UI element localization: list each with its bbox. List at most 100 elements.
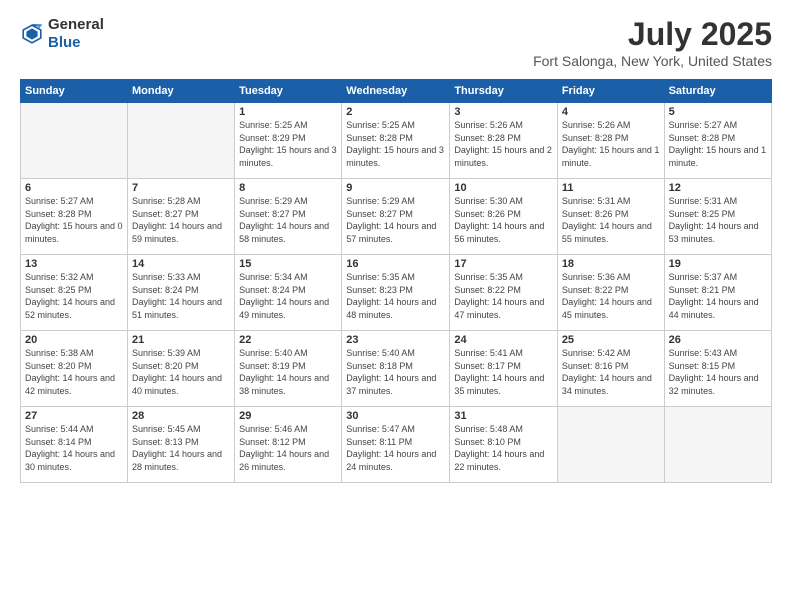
calendar-cell: 2Sunrise: 5:25 AM Sunset: 8:28 PM Daylig… (342, 103, 450, 179)
weekday-header: Friday (557, 80, 664, 103)
day-detail: Sunrise: 5:29 AM Sunset: 8:27 PM Dayligh… (239, 195, 337, 245)
calendar-week-row: 20Sunrise: 5:38 AM Sunset: 8:20 PM Dayli… (21, 331, 772, 407)
weekday-header: Monday (128, 80, 235, 103)
logo-blue: Blue (48, 34, 81, 51)
calendar-cell: 1Sunrise: 5:25 AM Sunset: 8:29 PM Daylig… (235, 103, 342, 179)
calendar-cell: 17Sunrise: 5:35 AM Sunset: 8:22 PM Dayli… (450, 255, 557, 331)
calendar-cell (128, 103, 235, 179)
calendar-cell: 10Sunrise: 5:30 AM Sunset: 8:26 PM Dayli… (450, 179, 557, 255)
calendar-cell: 22Sunrise: 5:40 AM Sunset: 8:19 PM Dayli… (235, 331, 342, 407)
day-number: 16 (346, 258, 445, 270)
calendar-cell: 7Sunrise: 5:28 AM Sunset: 8:27 PM Daylig… (128, 179, 235, 255)
calendar-cell: 3Sunrise: 5:26 AM Sunset: 8:28 PM Daylig… (450, 103, 557, 179)
day-number: 6 (25, 182, 123, 194)
day-number: 13 (25, 258, 123, 270)
calendar-cell (557, 407, 664, 483)
weekday-header: Saturday (664, 80, 771, 103)
logo-icon (20, 22, 44, 46)
calendar-cell: 27Sunrise: 5:44 AM Sunset: 8:14 PM Dayli… (21, 407, 128, 483)
day-number: 10 (454, 182, 552, 194)
day-number: 18 (562, 258, 660, 270)
day-detail: Sunrise: 5:39 AM Sunset: 8:20 PM Dayligh… (132, 347, 230, 397)
day-number: 31 (454, 410, 552, 422)
calendar-cell: 25Sunrise: 5:42 AM Sunset: 8:16 PM Dayli… (557, 331, 664, 407)
day-number: 17 (454, 258, 552, 270)
weekday-header: Thursday (450, 80, 557, 103)
calendar-cell: 19Sunrise: 5:37 AM Sunset: 8:21 PM Dayli… (664, 255, 771, 331)
logo-text: General Blue (48, 16, 104, 52)
calendar-cell: 18Sunrise: 5:36 AM Sunset: 8:22 PM Dayli… (557, 255, 664, 331)
day-detail: Sunrise: 5:26 AM Sunset: 8:28 PM Dayligh… (454, 119, 552, 169)
calendar-week-row: 6Sunrise: 5:27 AM Sunset: 8:28 PM Daylig… (21, 179, 772, 255)
calendar-cell: 11Sunrise: 5:31 AM Sunset: 8:26 PM Dayli… (557, 179, 664, 255)
calendar-cell: 9Sunrise: 5:29 AM Sunset: 8:27 PM Daylig… (342, 179, 450, 255)
calendar-week-row: 1Sunrise: 5:25 AM Sunset: 8:29 PM Daylig… (21, 103, 772, 179)
day-number: 19 (669, 258, 767, 270)
day-number: 8 (239, 182, 337, 194)
day-number: 23 (346, 334, 445, 346)
calendar-cell: 26Sunrise: 5:43 AM Sunset: 8:15 PM Dayli… (664, 331, 771, 407)
day-detail: Sunrise: 5:28 AM Sunset: 8:27 PM Dayligh… (132, 195, 230, 245)
header: General Blue July 2025 Fort Salonga, New… (20, 16, 772, 69)
day-detail: Sunrise: 5:32 AM Sunset: 8:25 PM Dayligh… (25, 271, 123, 321)
day-number: 15 (239, 258, 337, 270)
day-number: 7 (132, 182, 230, 194)
day-number: 1 (239, 106, 337, 118)
day-detail: Sunrise: 5:35 AM Sunset: 8:22 PM Dayligh… (454, 271, 552, 321)
day-number: 3 (454, 106, 552, 118)
calendar-header-row: SundayMondayTuesdayWednesdayThursdayFrid… (21, 80, 772, 103)
day-detail: Sunrise: 5:31 AM Sunset: 8:25 PM Dayligh… (669, 195, 767, 245)
calendar-cell (21, 103, 128, 179)
day-detail: Sunrise: 5:42 AM Sunset: 8:16 PM Dayligh… (562, 347, 660, 397)
day-detail: Sunrise: 5:30 AM Sunset: 8:26 PM Dayligh… (454, 195, 552, 245)
calendar-cell: 4Sunrise: 5:26 AM Sunset: 8:28 PM Daylig… (557, 103, 664, 179)
calendar-cell: 20Sunrise: 5:38 AM Sunset: 8:20 PM Dayli… (21, 331, 128, 407)
weekday-header: Wednesday (342, 80, 450, 103)
day-detail: Sunrise: 5:37 AM Sunset: 8:21 PM Dayligh… (669, 271, 767, 321)
day-detail: Sunrise: 5:31 AM Sunset: 8:26 PM Dayligh… (562, 195, 660, 245)
weekday-header: Tuesday (235, 80, 342, 103)
day-number: 21 (132, 334, 230, 346)
page: General Blue July 2025 Fort Salonga, New… (0, 0, 792, 612)
calendar-cell: 13Sunrise: 5:32 AM Sunset: 8:25 PM Dayli… (21, 255, 128, 331)
day-number: 27 (25, 410, 123, 422)
weekday-header: Sunday (21, 80, 128, 103)
calendar-week-row: 13Sunrise: 5:32 AM Sunset: 8:25 PM Dayli… (21, 255, 772, 331)
calendar-table: SundayMondayTuesdayWednesdayThursdayFrid… (20, 79, 772, 483)
day-detail: Sunrise: 5:27 AM Sunset: 8:28 PM Dayligh… (25, 195, 123, 245)
day-detail: Sunrise: 5:48 AM Sunset: 8:10 PM Dayligh… (454, 423, 552, 473)
calendar-cell: 14Sunrise: 5:33 AM Sunset: 8:24 PM Dayli… (128, 255, 235, 331)
day-detail: Sunrise: 5:46 AM Sunset: 8:12 PM Dayligh… (239, 423, 337, 473)
calendar-cell: 30Sunrise: 5:47 AM Sunset: 8:11 PM Dayli… (342, 407, 450, 483)
day-detail: Sunrise: 5:41 AM Sunset: 8:17 PM Dayligh… (454, 347, 552, 397)
day-number: 24 (454, 334, 552, 346)
day-number: 11 (562, 182, 660, 194)
day-number: 30 (346, 410, 445, 422)
logo-general: General (48, 16, 104, 33)
day-number: 20 (25, 334, 123, 346)
day-number: 26 (669, 334, 767, 346)
day-detail: Sunrise: 5:34 AM Sunset: 8:24 PM Dayligh… (239, 271, 337, 321)
day-number: 5 (669, 106, 767, 118)
day-detail: Sunrise: 5:45 AM Sunset: 8:13 PM Dayligh… (132, 423, 230, 473)
day-detail: Sunrise: 5:33 AM Sunset: 8:24 PM Dayligh… (132, 271, 230, 321)
day-detail: Sunrise: 5:36 AM Sunset: 8:22 PM Dayligh… (562, 271, 660, 321)
day-detail: Sunrise: 5:27 AM Sunset: 8:28 PM Dayligh… (669, 119, 767, 169)
title-block: July 2025 Fort Salonga, New York, United… (533, 16, 772, 69)
calendar-cell (664, 407, 771, 483)
day-number: 2 (346, 106, 445, 118)
day-number: 25 (562, 334, 660, 346)
calendar-cell: 24Sunrise: 5:41 AM Sunset: 8:17 PM Dayli… (450, 331, 557, 407)
calendar-cell: 5Sunrise: 5:27 AM Sunset: 8:28 PM Daylig… (664, 103, 771, 179)
title-month: July 2025 (533, 16, 772, 53)
calendar-cell: 8Sunrise: 5:29 AM Sunset: 8:27 PM Daylig… (235, 179, 342, 255)
title-location: Fort Salonga, New York, United States (533, 53, 772, 69)
calendar-cell: 29Sunrise: 5:46 AM Sunset: 8:12 PM Dayli… (235, 407, 342, 483)
day-detail: Sunrise: 5:25 AM Sunset: 8:29 PM Dayligh… (239, 119, 337, 169)
calendar-cell: 15Sunrise: 5:34 AM Sunset: 8:24 PM Dayli… (235, 255, 342, 331)
day-number: 29 (239, 410, 337, 422)
day-detail: Sunrise: 5:47 AM Sunset: 8:11 PM Dayligh… (346, 423, 445, 473)
day-detail: Sunrise: 5:43 AM Sunset: 8:15 PM Dayligh… (669, 347, 767, 397)
day-detail: Sunrise: 5:38 AM Sunset: 8:20 PM Dayligh… (25, 347, 123, 397)
calendar-cell: 12Sunrise: 5:31 AM Sunset: 8:25 PM Dayli… (664, 179, 771, 255)
